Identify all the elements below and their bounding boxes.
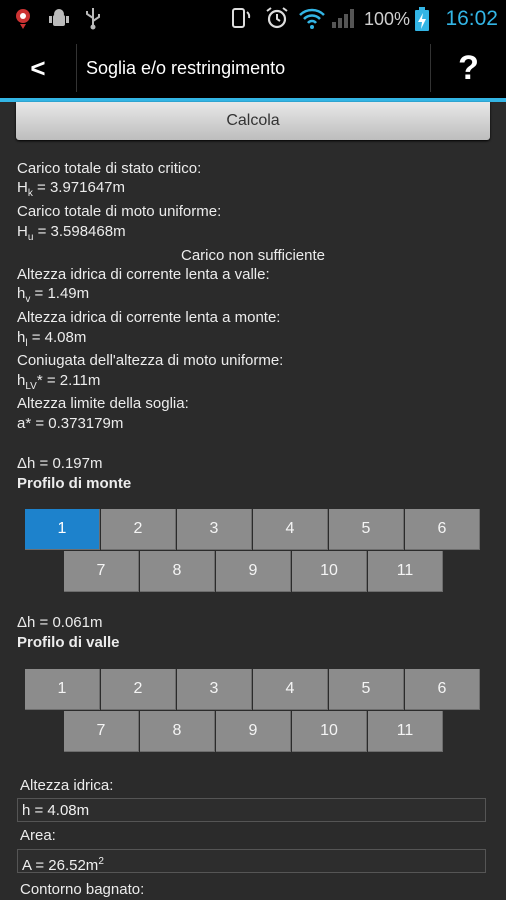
valle-profile-cell-10[interactable]: 10: [292, 711, 367, 752]
wifi-icon: [296, 6, 328, 32]
valle-profile-cell-2[interactable]: 2: [101, 669, 176, 710]
back-button[interactable]: <: [0, 38, 76, 98]
monte-profile-cell-11[interactable]: 11: [368, 551, 443, 592]
valle-dh: Δh = 0.061m: [17, 614, 103, 631]
valle-profile-cell-9[interactable]: 9: [216, 711, 291, 752]
monte-profile-cell-5[interactable]: 5: [329, 509, 404, 550]
valle-profile-cell-3[interactable]: 3: [177, 669, 252, 710]
monte-title: Profilo di monte: [17, 475, 132, 492]
contorno-label: Contorno bagnato:: [20, 881, 145, 898]
hl-label: Altezza idrica di corrente lenta a monte…: [17, 309, 281, 326]
notification-icon: [10, 6, 36, 32]
action-bar: < Soglia e/o restringimento ?: [0, 38, 506, 98]
alarm-icon: [262, 6, 292, 32]
android-debug-icon: [46, 6, 72, 32]
help-button[interactable]: ?: [431, 38, 506, 98]
hlv-label: Coniugata dell'altezza di moto uniforme:: [17, 352, 284, 369]
monte-profile-cell-7[interactable]: 7: [64, 551, 139, 592]
hk-label: Carico totale di stato critico:: [17, 160, 202, 177]
monte-profile-cell-1[interactable]: 1: [25, 509, 100, 550]
hu-label: Carico totale di moto uniforme:: [17, 203, 222, 220]
valle-profile-cell-11[interactable]: 11: [368, 711, 443, 752]
valle-profile-cell-6[interactable]: 6: [405, 669, 480, 710]
monte-profile-cell-9[interactable]: 9: [216, 551, 291, 592]
calcola-button[interactable]: Calcola: [16, 102, 490, 140]
phone-rotate-icon: [228, 6, 254, 32]
battery-percent: 100%: [364, 9, 411, 29]
warning-text: Carico non sufficiente: [181, 247, 325, 264]
page-title: Soglia e/o restringimento: [86, 58, 286, 78]
monte-profile-cell-10[interactable]: 10: [292, 551, 367, 592]
status-bar: 100% 16:02: [0, 0, 506, 38]
valle-profile-cell-5[interactable]: 5: [329, 669, 404, 710]
monte-profile-cell-2[interactable]: 2: [101, 509, 176, 550]
monte-profile-cell-3[interactable]: 3: [177, 509, 252, 550]
monte-profile-cell-8[interactable]: 8: [140, 551, 215, 592]
h-field[interactable]: h = 4.08m: [17, 798, 486, 822]
valle-title: Profilo di valle: [17, 634, 120, 651]
h-label: Altezza idrica:: [20, 777, 114, 794]
valle-profile-cell-1[interactable]: 1: [25, 669, 100, 710]
battery-charging-icon: [412, 6, 432, 32]
monte-profile-cell-6[interactable]: 6: [405, 509, 480, 550]
monte-dh: Δh = 0.197m: [17, 455, 103, 472]
hv-value: hv = 1.49m: [17, 285, 90, 305]
hk-value: Hk = 3.971647m: [17, 179, 125, 199]
monte-profile-cell-4[interactable]: 4: [253, 509, 328, 550]
a-value: a* = 0.373179m: [17, 415, 124, 432]
hv-label: Altezza idrica di corrente lenta a valle…: [17, 266, 270, 283]
usb-icon: [82, 6, 104, 32]
clock: 16:02: [445, 7, 498, 30]
area-field[interactable]: A = 26.52m2: [17, 849, 486, 874]
divider: [76, 44, 77, 92]
valle-profile-cell-7[interactable]: 7: [64, 711, 139, 752]
hu-value: Hu = 3.598468m: [17, 223, 126, 243]
valle-profile-cell-8[interactable]: 8: [140, 711, 215, 752]
a-label: Altezza limite della soglia:: [17, 395, 189, 412]
area-label: Area:: [20, 827, 56, 844]
valle-profile-cell-4[interactable]: 4: [253, 669, 328, 710]
signal-icon: [330, 6, 358, 32]
